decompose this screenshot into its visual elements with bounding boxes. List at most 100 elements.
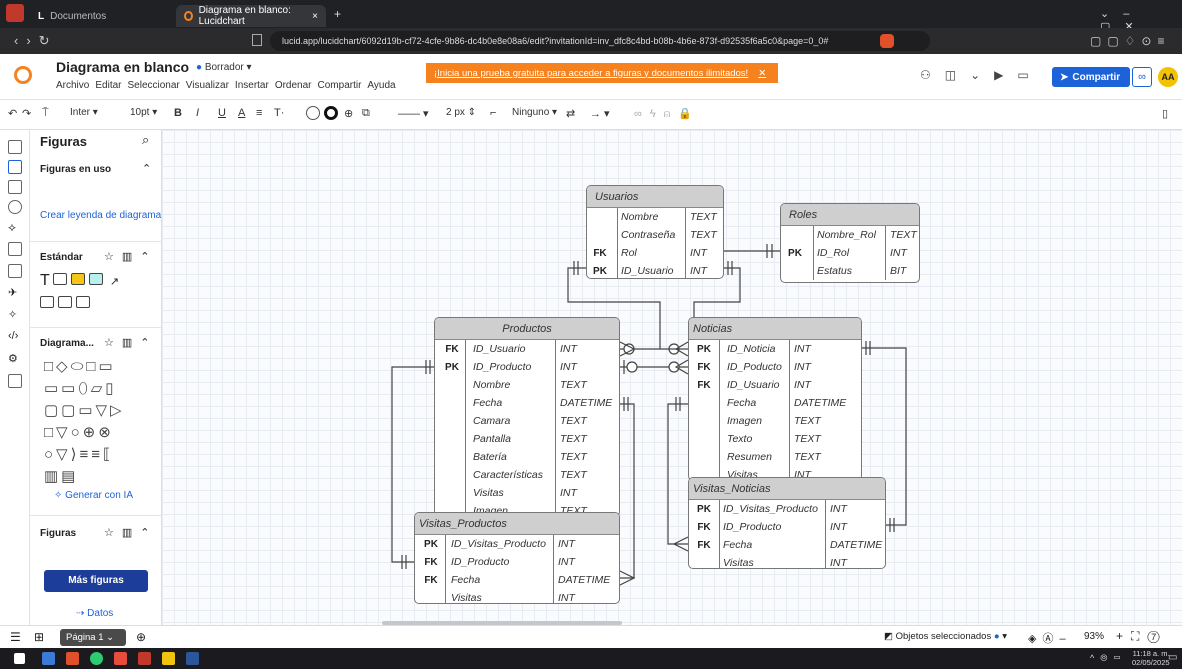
standard-shapes[interactable]: T ↗ — [40, 272, 119, 290]
flowchart-shapes[interactable]: □◇⬭□▭ ▭▭⬯▱▯ ▢▢▭▽▷ □▽○⊕⊗ ○▽⟩≡≡⟦ ▥▤ — [44, 356, 154, 488]
menu-visualizar[interactable]: Visualizar — [186, 80, 229, 91]
selected-objects[interactable]: ◩ Objetos seleccionados ● ▾ — [884, 631, 1007, 642]
browser-profile-icon[interactable] — [6, 4, 24, 22]
text-options-icon[interactable]: T· — [274, 107, 284, 119]
table-row[interactable]: PK ID_Noticia INT — [689, 340, 861, 358]
entity-noticias[interactable]: Noticias PK ID_Noticia INT FK ID_Poducto INT… — [688, 317, 862, 481]
zoom-controls[interactable]: +⛶⑦ — [1116, 629, 1168, 644]
grid-icon[interactable]: ⊞ — [34, 630, 44, 644]
browser-menu-icons[interactable]: ▢▢♢⊙≡ — [1090, 34, 1171, 48]
menu-seleccionar[interactable]: Seleccionar — [127, 80, 179, 91]
table-row[interactable]: Fecha DATETIME — [689, 394, 861, 412]
close-tab-icon[interactable]: × — [312, 11, 318, 22]
frame-icon[interactable] — [8, 180, 22, 194]
panel-toggle-icon[interactable]: ▯ — [1162, 107, 1168, 120]
table-row[interactable]: Estatus BIT — [781, 262, 919, 280]
integrations-icon[interactable]: ⚙ — [8, 352, 22, 366]
font-select[interactable]: Inter ▾ — [70, 107, 98, 118]
bookmark-icon[interactable] — [252, 34, 262, 46]
comments-icon[interactable] — [8, 374, 22, 388]
align-icon[interactable]: ≡ — [256, 107, 262, 119]
menu-compartir[interactable]: Compartir — [318, 80, 362, 91]
menu-insertar[interactable]: Insertar — [235, 80, 269, 91]
table-row[interactable]: Resumen TEXT — [689, 448, 861, 466]
entity-roles[interactable]: Roles Nombre_Rol TEXT PK ID_Rol INT Estatus… — [780, 203, 920, 283]
table-row[interactable]: Batería TEXT — [435, 448, 619, 466]
chevron-up-icon[interactable]: ⌃ — [142, 162, 151, 175]
tab-diagrama[interactable]: Diagrama en blanco: Lucidchart × — [176, 5, 326, 27]
text-color-button[interactable]: A — [238, 107, 245, 119]
font-size-select[interactable]: 10pt ▾ — [130, 107, 157, 118]
section-standard-title[interactable]: Estándar — [40, 252, 83, 263]
shapes-icon[interactable] — [8, 160, 22, 174]
table-row[interactable]: Pantalla TEXT — [435, 430, 619, 448]
promo-banner[interactable]: ¡Inicia una prueba gratuita para acceder… — [426, 63, 778, 83]
redo-icon[interactable]: ↷ — [22, 107, 31, 120]
underline-button[interactable]: U — [218, 107, 226, 119]
style-icon[interactable]: ⍑ — [42, 107, 49, 120]
table-row[interactable]: Imagen TEXT — [689, 412, 861, 430]
image-panel-icon[interactable] — [8, 242, 22, 256]
table-row[interactable]: Texto TEXT — [689, 430, 861, 448]
section-in-use-title[interactable]: Figuras en uso — [40, 164, 111, 175]
record-icon[interactable] — [8, 200, 22, 214]
section-diagrama-title[interactable]: Diagrama... — [40, 338, 94, 349]
table-row[interactable]: Nombre_Rol TEXT — [781, 226, 919, 244]
tab-documentos[interactable]: L Documentos — [30, 5, 170, 27]
avatar[interactable]: AA — [1158, 67, 1178, 87]
taskbar-app-1[interactable] — [42, 652, 55, 665]
link-icon[interactable]: ∞ — [1132, 67, 1152, 87]
add-icon[interactable]: ⊕ — [344, 107, 353, 120]
zoom-level[interactable]: 93% — [1084, 631, 1104, 642]
menu-archivo[interactable]: Archivo — [56, 80, 89, 91]
table-row[interactable]: FK Rol INT — [587, 244, 723, 262]
table-row[interactable]: Características TEXT — [435, 466, 619, 484]
line-color-icon[interactable] — [324, 106, 338, 120]
taskbar-app-2[interactable] — [114, 652, 127, 665]
promo-close-icon[interactable]: ✕ — [758, 68, 766, 79]
clock[interactable]: 11:18 a. m. 02/05/2025 — [1132, 649, 1170, 667]
data-button[interactable]: ⇢ Datos — [76, 608, 113, 619]
generate-ai-button[interactable]: ✧ Generar con IA — [54, 490, 133, 501]
view-icons[interactable]: ◈Ⓐ– — [1028, 630, 1072, 646]
italic-button[interactable]: I — [196, 107, 199, 119]
code-icon[interactable]: ‹/› — [8, 330, 22, 344]
taskbar-app-4[interactable] — [162, 652, 175, 665]
taskbar-chrome-icon[interactable] — [90, 652, 103, 665]
menu-editar[interactable]: Editar — [95, 80, 121, 91]
table-row[interactable]: Nombre TEXT — [435, 376, 619, 394]
table-row[interactable]: PK ID_Rol INT — [781, 244, 919, 262]
table-row[interactable]: PK ID_Producto INT — [435, 358, 619, 376]
brave-shield-icon[interactable] — [880, 34, 894, 48]
image-icon[interactable]: ⧉ — [362, 107, 370, 120]
fill-color-icon[interactable] — [306, 106, 320, 120]
pages-icon[interactable] — [8, 140, 22, 154]
section-figuras-actions[interactable]: ☆▥⌃ — [104, 526, 157, 539]
windows-start-icon[interactable] — [14, 653, 25, 664]
new-tab-button[interactable]: + — [334, 7, 341, 21]
header-tools-icons[interactable]: ⚇◫⌄▶▭ — [920, 68, 1043, 82]
entity-visitas-noticias[interactable]: Visitas_Noticias PK ID_Visitas_Producto IN… — [688, 477, 886, 569]
table-row[interactable]: Nombre TEXT — [587, 208, 723, 226]
entity-productos[interactable]: Productos FK ID_Usuario INT PK ID_Producto I… — [434, 317, 620, 517]
tray-icons[interactable]: ^⦾▭ — [1090, 653, 1127, 664]
table-row[interactable]: FK ID_Poducto INT — [689, 358, 861, 376]
doc-status[interactable]: ● Borrador ▾ — [196, 62, 252, 73]
table-row[interactable]: Visitas INT — [435, 484, 619, 502]
taskbar-brave-icon[interactable] — [66, 652, 79, 665]
table-row[interactable]: Camara TEXT — [435, 412, 619, 430]
table-row[interactable]: FK ID_Usuario INT — [435, 340, 619, 358]
table-row[interactable]: Contraseña TEXT — [587, 226, 723, 244]
line-type-icon[interactable]: ⌐ — [490, 107, 496, 119]
entity-visitas-productos[interactable]: Visitas_Productos PK ID_Visitas_Producto I… — [414, 512, 620, 604]
line-start-select[interactable]: Ninguno ▾ — [512, 107, 557, 118]
stroke-width-select[interactable]: 2 px ⇕ — [446, 107, 476, 118]
share-button[interactable]: ➤ Compartir — [1052, 67, 1130, 87]
menu-ayuda[interactable]: Ayuda — [367, 80, 395, 91]
section-figuras-title[interactable]: Figuras — [40, 528, 76, 539]
table-row[interactable]: FK ID_Usuario INT — [689, 376, 861, 394]
lucid-logo-icon[interactable] — [14, 66, 32, 84]
url-field[interactable]: lucid.app/lucidchart/6092d19b-cf72-4cfe-… — [270, 31, 930, 51]
diagram-canvas[interactable]: Usuarios Nombre TEXT Contraseña TEXT FK Rol… — [162, 130, 1182, 625]
search-icon[interactable]: ⌕ — [142, 132, 149, 148]
